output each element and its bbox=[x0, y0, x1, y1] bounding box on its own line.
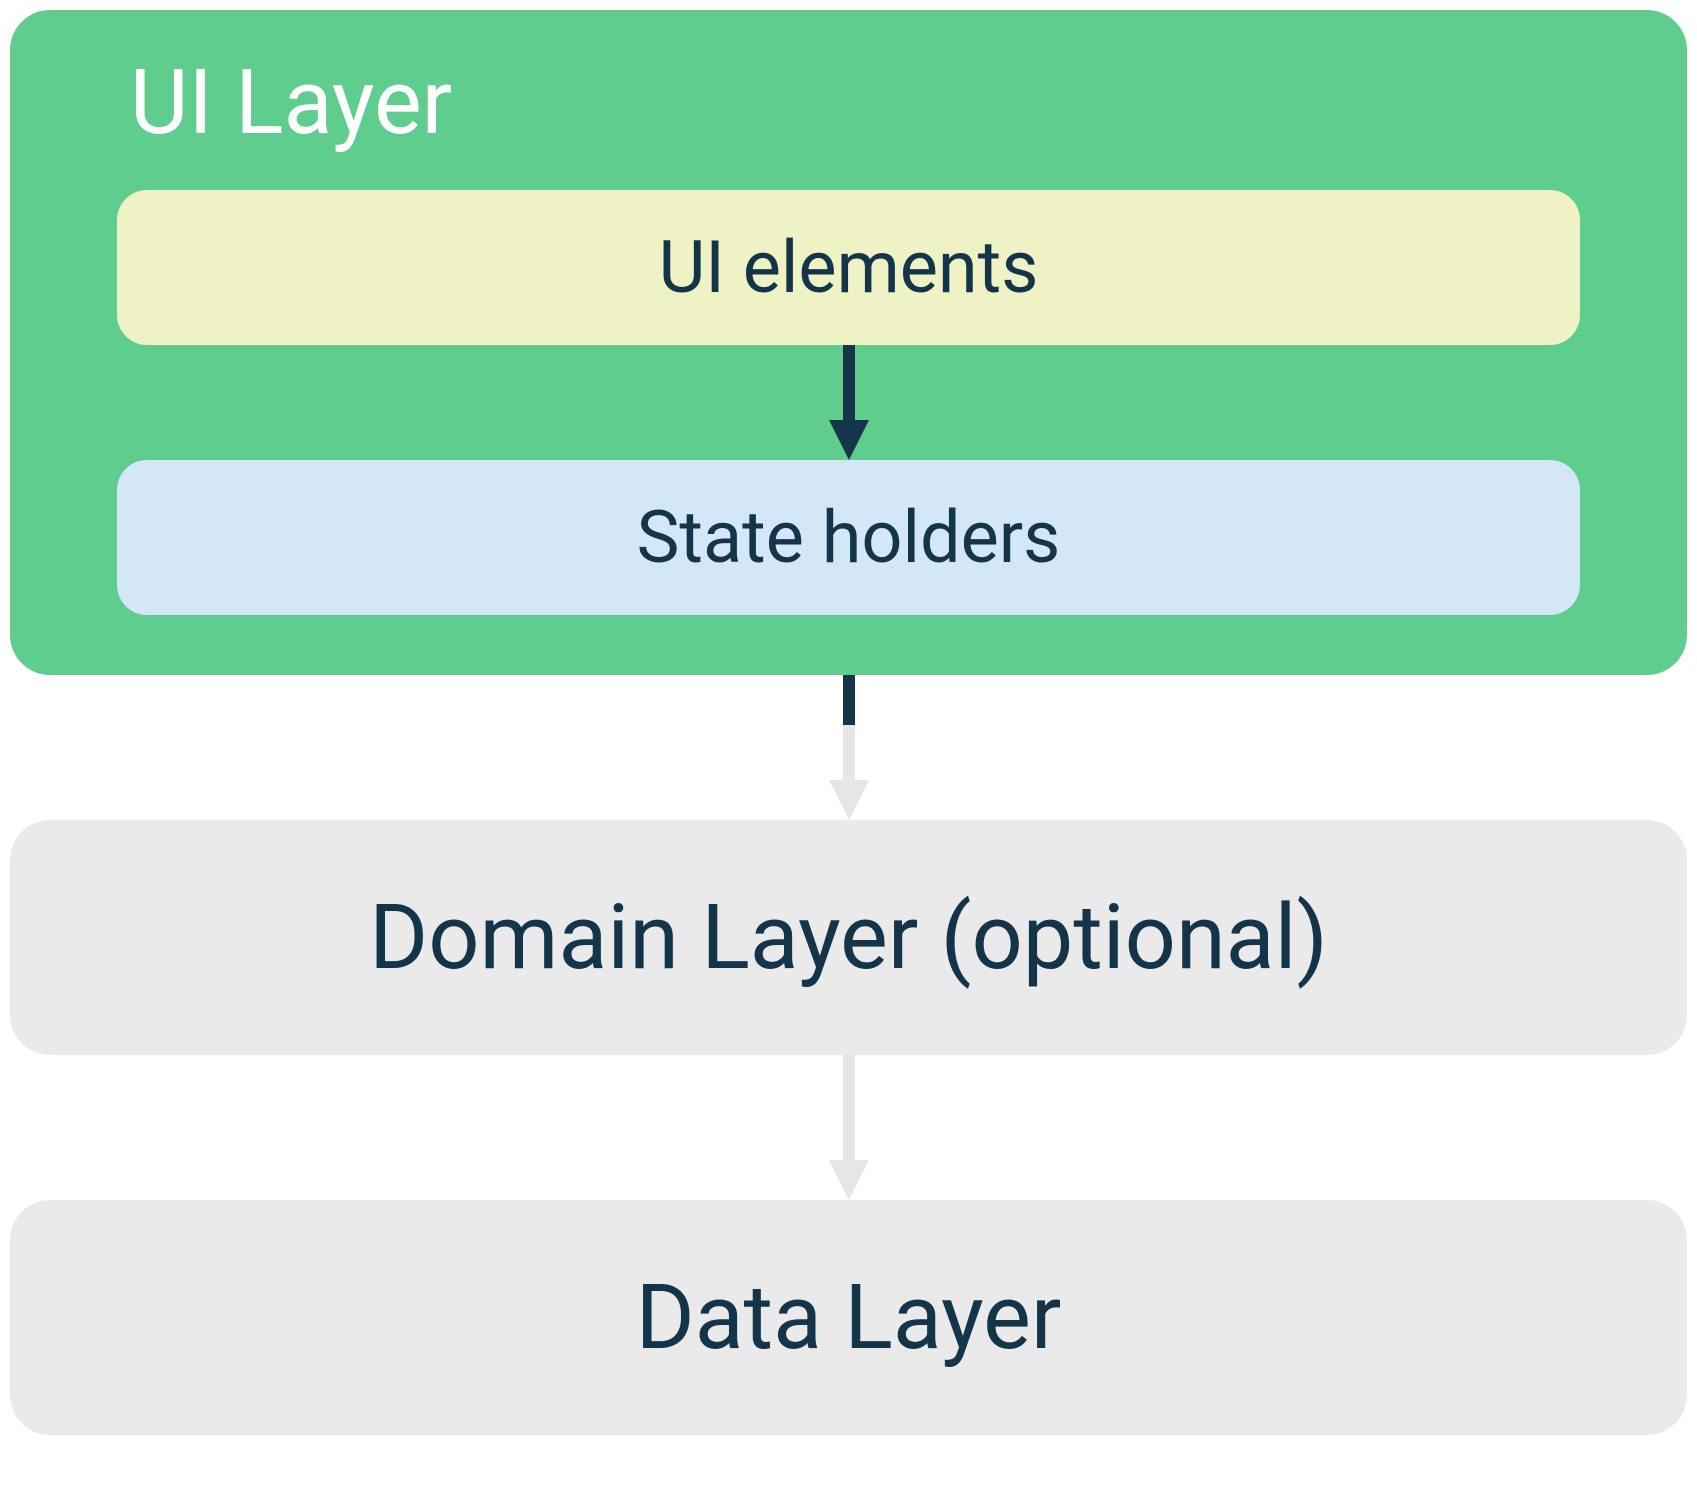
ui-layer-title: UI Layer bbox=[130, 50, 452, 155]
arrow-down-icon bbox=[824, 345, 874, 460]
state-holders-box: State holders bbox=[117, 460, 1581, 615]
arrow-down-icon bbox=[824, 675, 874, 820]
architecture-diagram: UI Layer UI elements State holders Domai… bbox=[10, 10, 1687, 1435]
ui-layer-container: UI Layer UI elements State holders bbox=[10, 10, 1687, 675]
ui-elements-box: UI elements bbox=[117, 190, 1581, 345]
domain-layer-box: Domain Layer (optional) bbox=[10, 820, 1687, 1055]
data-layer-box: Data Layer bbox=[10, 1200, 1687, 1435]
arrow-down-icon bbox=[824, 1055, 874, 1200]
